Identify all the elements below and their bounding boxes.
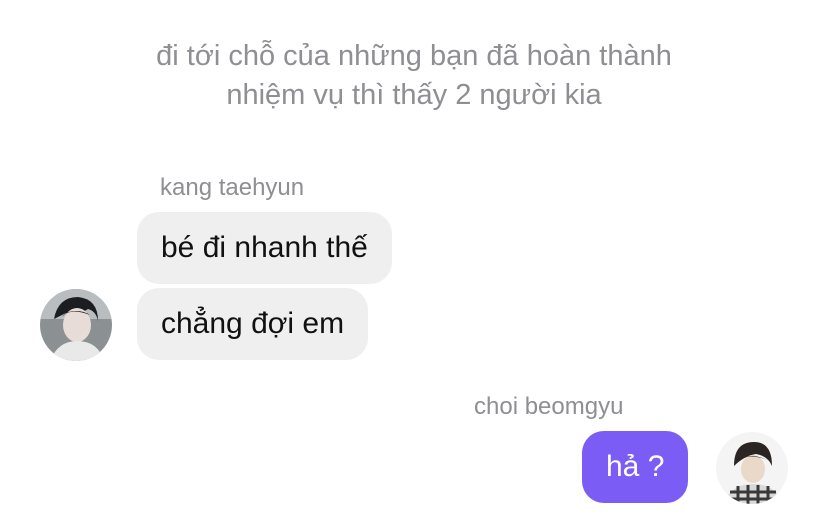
outgoing-avatar[interactable] <box>716 432 788 504</box>
incoming-message-bubble[interactable]: chẳng đợi em <box>137 288 369 360</box>
incoming-message-bubble[interactable]: bé đi nhanh thế <box>137 212 392 284</box>
incoming-sender-name: kang taehyun <box>160 174 305 201</box>
outgoing-sender-name: choi beomgyu <box>474 393 624 420</box>
narration-line-2: nhiệm vụ thì thấy 2 người kia <box>226 79 602 111</box>
narration-line-1: đi tới chỗ của những bạn đã hoàn thành <box>156 40 672 72</box>
profile-photo-icon <box>716 432 788 504</box>
profile-photo-icon <box>40 289 112 361</box>
outgoing-message-bubble[interactable]: hả ? <box>582 431 689 503</box>
incoming-avatar[interactable] <box>40 289 112 361</box>
